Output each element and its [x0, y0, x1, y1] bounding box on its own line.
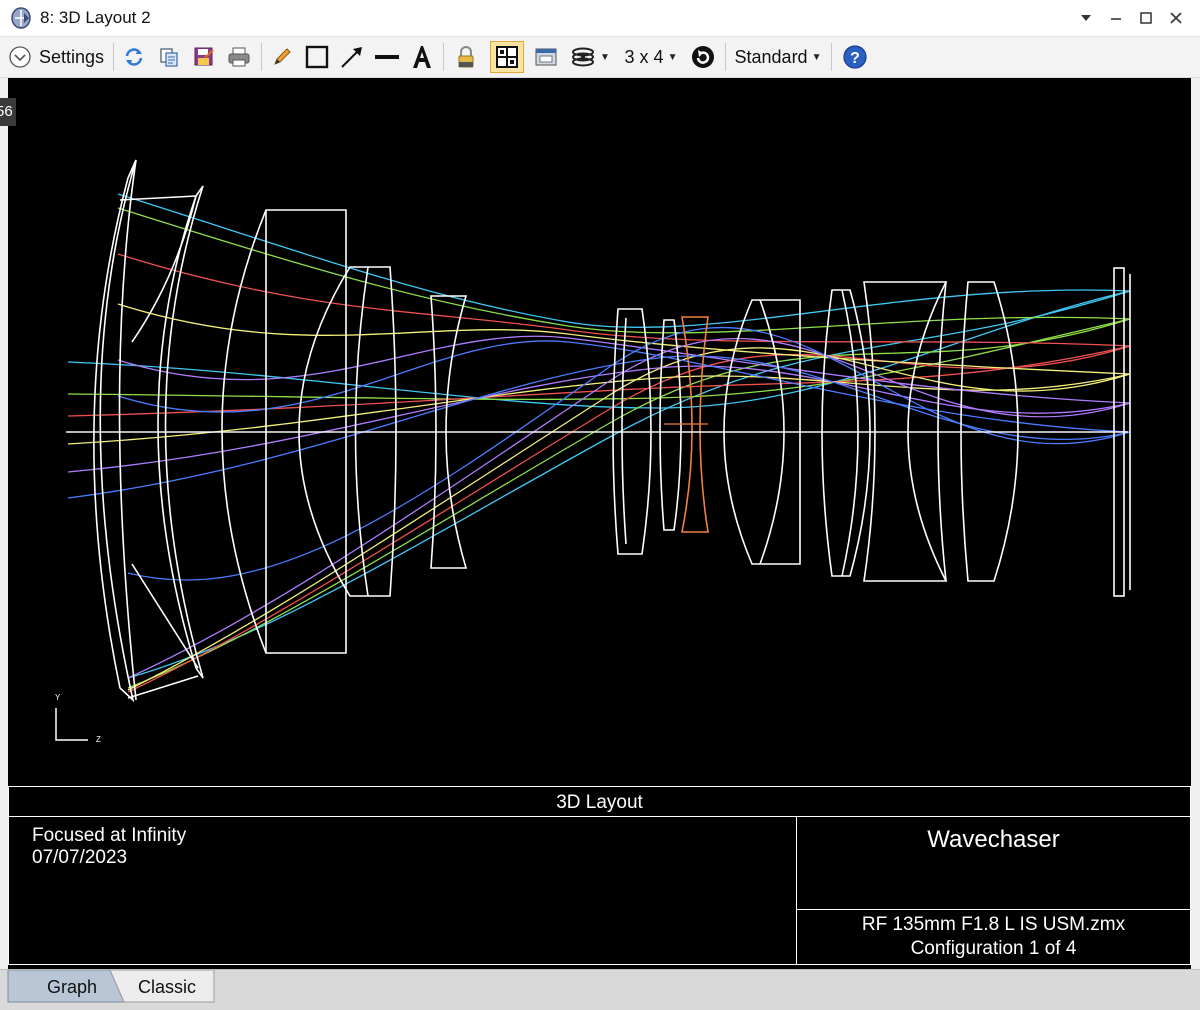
chevron-down-icon — [1081, 15, 1091, 21]
ray-bundles — [67, 193, 1131, 693]
title-bar: 8: 3D Layout 2 — [0, 0, 1200, 37]
info-panel: 3D Layout Focused at Infinity 07/07/2023… — [8, 786, 1191, 969]
tab-graph-label: Graph — [46, 976, 98, 997]
ray-5-2 — [67, 365, 1131, 473]
print-icon — [228, 47, 250, 67]
close-icon — [1170, 12, 1182, 24]
refresh-icon — [125, 48, 143, 66]
lens-element-9 — [821, 289, 871, 577]
grid-size-label: 3 x 4 — [624, 46, 664, 67]
standard-label: Standard — [734, 46, 808, 67]
copy-button[interactable] — [155, 41, 183, 73]
copy-icon — [160, 48, 178, 67]
text-icon — [413, 46, 431, 68]
focus-text: Focused at Infinity — [32, 825, 187, 846]
grid-size-dropdown[interactable]: 3 x 4 ▼ — [620, 41, 682, 73]
axis-indicator — [55, 708, 88, 741]
arrow-tool-button[interactable] — [338, 41, 366, 73]
ray-6-2 — [67, 355, 1131, 499]
layers-dropdown[interactable]: ▼ — [568, 41, 612, 73]
chevron-circle-down-icon — [9, 46, 31, 68]
rotate-icon — [692, 46, 714, 68]
tab-classic-label: Classic — [137, 976, 196, 997]
tab-bar: Graph Classic — [0, 969, 1200, 1010]
rotate-button[interactable] — [688, 41, 718, 73]
text-tool-button[interactable] — [408, 41, 436, 73]
settings-button[interactable]: Settings — [8, 41, 108, 73]
layers-icon — [572, 47, 595, 67]
ray-2-3 — [127, 318, 1131, 689]
ray-1-1 — [117, 193, 1131, 328]
arrow-icon — [341, 47, 362, 68]
window-icon — [535, 48, 557, 66]
date-text: 07/07/2023 — [32, 847, 128, 868]
layout-grid-button[interactable] — [490, 41, 524, 73]
lens-element-1 — [93, 159, 137, 703]
print-button[interactable] — [225, 41, 253, 73]
help-button[interactable]: ? — [840, 41, 870, 73]
side-tab-label: 56 — [0, 103, 13, 120]
window-menu-button[interactable] — [1074, 6, 1098, 30]
ray-3-3 — [127, 345, 1131, 693]
axis-y-label: Y — [55, 693, 61, 702]
save-as-icon — [194, 47, 214, 66]
lens-element-6-inner — [621, 317, 627, 545]
info-title: 3D Layout — [556, 792, 643, 813]
lock-button[interactable] — [452, 41, 480, 73]
tab-classic[interactable]: Classic — [122, 973, 212, 1001]
minimize-icon — [1111, 18, 1121, 20]
lock-icon — [458, 46, 474, 68]
settings-label: Settings — [39, 46, 105, 67]
caret-down-icon: ▼ — [667, 51, 678, 63]
tab-graph[interactable]: Graph — [20, 973, 124, 1001]
window-button[interactable] — [532, 41, 560, 73]
ray-6-3 — [127, 326, 1131, 581]
company-name: Wavechaser — [927, 826, 1060, 853]
pencil-tool-button[interactable] — [268, 41, 296, 73]
layout-grid-icon — [496, 46, 518, 68]
close-button[interactable] — [1164, 6, 1188, 30]
minimize-button[interactable] — [1104, 6, 1128, 30]
rectangle-tool-button[interactable] — [303, 41, 331, 73]
configuration-text: Configuration 1 of 4 — [910, 938, 1077, 959]
standard-dropdown[interactable]: Standard ▼ — [732, 41, 824, 73]
layout-graph[interactable]: Y Z — [8, 78, 1191, 786]
save-as-button[interactable] — [190, 41, 218, 73]
rectangle-icon — [305, 45, 329, 69]
lens-element-9-inner — [841, 289, 859, 577]
file-name: RF 135mm F1.8 L IS USM.zmx — [861, 914, 1126, 935]
line-icon — [375, 55, 399, 59]
svg-text:?: ? — [850, 50, 860, 67]
line-tool-button[interactable] — [373, 41, 401, 73]
side-tab[interactable]: 56 — [0, 98, 16, 126]
maximize-button[interactable] — [1134, 6, 1158, 30]
toolbar: Settings ▼ 3 x 4 ▼ Standard ▼ ? — [0, 37, 1200, 78]
ray-2-1 — [117, 207, 1131, 334]
app-icon — [11, 7, 31, 29]
lens-layout-plot: Y Z — [55, 159, 1131, 744]
help-icon: ? — [843, 45, 867, 69]
refresh-button[interactable] — [120, 41, 148, 73]
maximize-icon — [1140, 12, 1152, 24]
caret-down-icon: ▼ — [600, 51, 610, 63]
window-title: 8: 3D Layout 2 — [40, 8, 151, 27]
caret-down-icon: ▼ — [811, 51, 822, 63]
lens-elements — [93, 159, 1131, 703]
pencil-icon — [274, 48, 291, 65]
lens-element-1-rear — [118, 159, 137, 701]
axis-z-label: Z — [96, 735, 101, 744]
